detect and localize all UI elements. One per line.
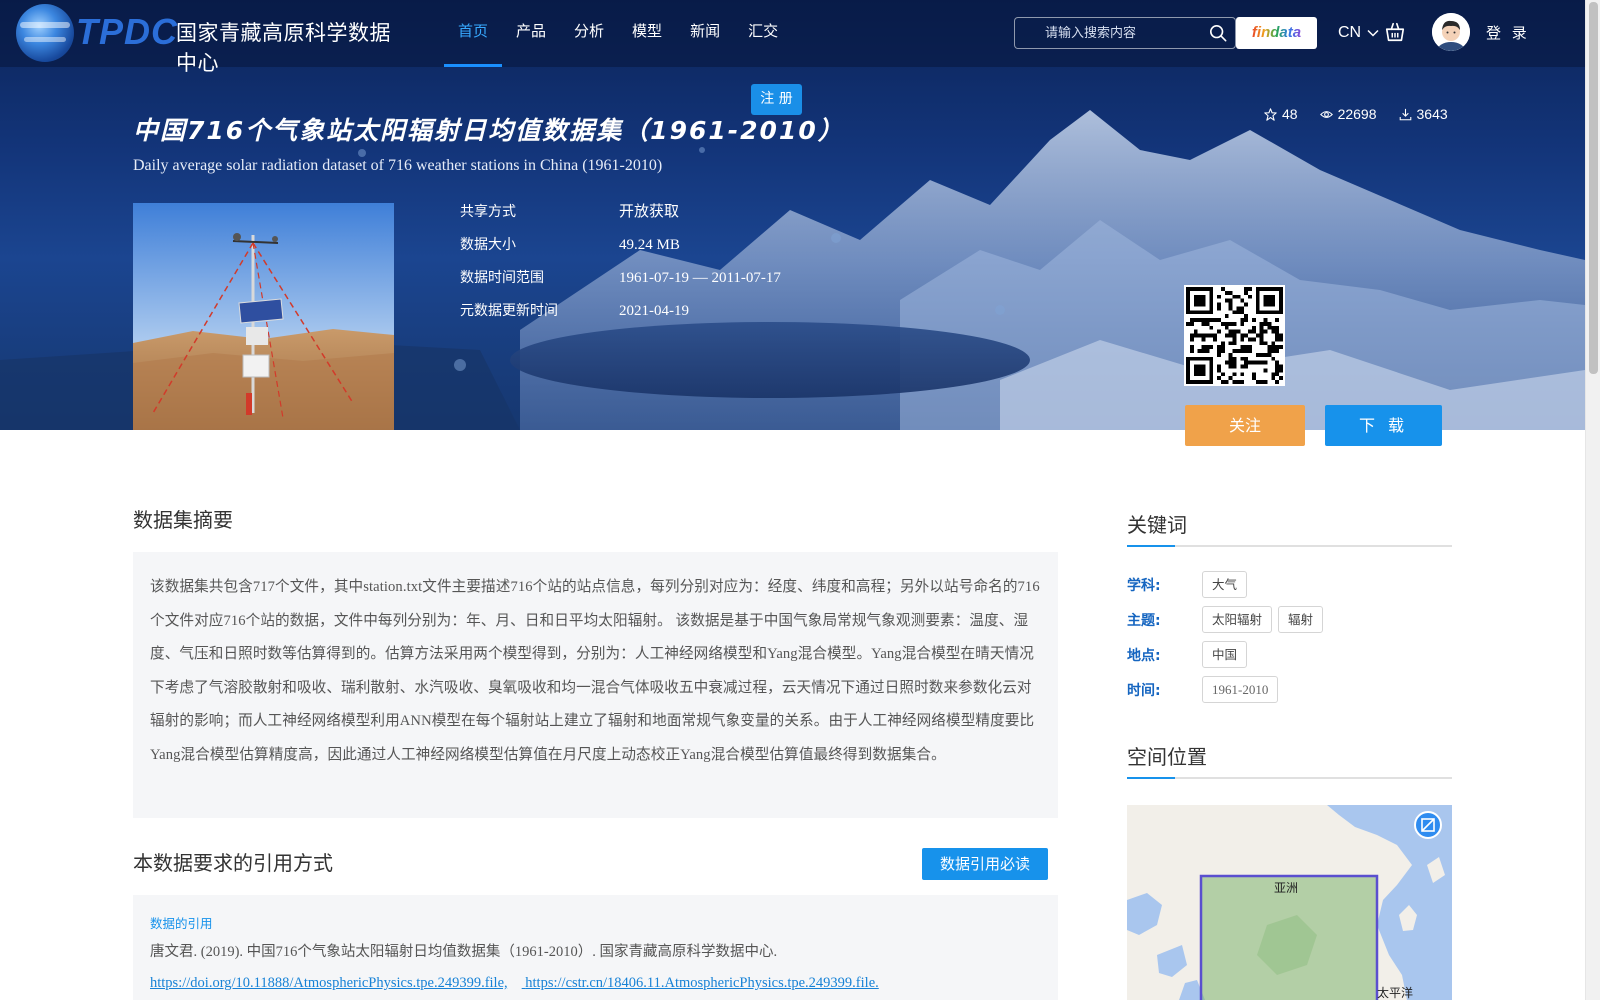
keyword-row-place: 地点: 中国 <box>1127 641 1253 668</box>
download-count: 3643 <box>1399 106 1448 122</box>
download-icon <box>1399 108 1411 120</box>
register-button[interactable]: 注 册 <box>751 84 802 115</box>
meta-label: 元数据更新时间 <box>460 303 558 319</box>
dataset-subtitle: Daily average solar radiation dataset of… <box>133 157 663 174</box>
dataset-title: 中国716个气象站太阳辐射日均值数据集（1961-2010） <box>133 116 845 145</box>
nav-item-news[interactable]: 新闻 <box>676 0 734 67</box>
abstract-heading: 数据集摘要 <box>133 508 233 532</box>
logo-site-name: 国家青藏高原科学数据中心 <box>176 21 391 75</box>
download-count-value: 3643 <box>1416 106 1448 122</box>
view-count-value: 22698 <box>1337 106 1377 122</box>
meta-row-time-range: 数据时间范围 1961-07-19 — 2011-07-17 <box>460 266 781 299</box>
search-input[interactable] <box>1015 18 1203 48</box>
star-count[interactable]: 48 <box>1264 106 1298 122</box>
meta-row-updated: 元数据更新时间 2021-04-19 <box>460 299 781 332</box>
citation-links: https://doi.org/10.11888/AtmosphericPhys… <box>150 973 1041 993</box>
keyword-tag[interactable]: 大气 <box>1202 571 1248 598</box>
abstract-text: 该数据集共包含717个文件，其中station.txt文件主要描述716个站的站… <box>133 552 1058 818</box>
dataset-thumbnail-image <box>133 203 394 430</box>
keyword-row-subject: 学科: 大气 <box>1127 571 1253 598</box>
star-icon <box>1264 107 1277 121</box>
follow-button[interactable]: 关注 <box>1185 405 1305 446</box>
dataset-stats: 48 22698 3643 <box>1264 106 1448 122</box>
keyword-row-time: 时间: 1961-2010 <box>1127 676 1284 703</box>
logo-abbreviation: TPDC <box>76 11 178 52</box>
nav-item-models[interactable]: 模型 <box>618 0 676 67</box>
findata-button[interactable]: findata <box>1236 17 1317 49</box>
expand-icon <box>1421 818 1435 832</box>
keyword-label: 时间: <box>1127 682 1161 699</box>
meta-value: 开放获取 <box>619 204 680 220</box>
citation-heading: 本数据要求的引用方式 <box>133 851 333 875</box>
map-canvas: 亚洲 太平洋 <box>1127 805 1452 1000</box>
map-label-pacific: 太平洋 <box>1377 985 1413 1000</box>
dataset-hero: TPDC 国家青藏高原科学数据中心 首页 产品 分析 模型 新闻 汇交 注 册 … <box>0 0 1585 430</box>
meta-label: 共享方式 <box>460 204 516 220</box>
user-avatar[interactable] <box>1432 13 1470 51</box>
weather-station-photo <box>133 203 394 430</box>
star-count-value: 48 <box>1282 106 1298 122</box>
login-link[interactable]: 登 录 <box>1486 18 1530 48</box>
citation-text: 唐文君. (2019). 中国716个气象站太阳辐射日均值数据集（1961-20… <box>150 944 778 960</box>
avatar-icon <box>1432 13 1470 51</box>
doi-link[interactable]: https://doi.org/10.11888/AtmosphericPhys… <box>150 975 508 991</box>
globe-logo-icon <box>16 4 74 62</box>
meta-row-sharing: 共享方式 开放获取 <box>460 200 781 233</box>
nav-item-products[interactable]: 产品 <box>502 0 560 67</box>
keyword-tag[interactable]: 1961-2010 <box>1202 676 1279 703</box>
search-box <box>1014 17 1236 49</box>
page-scrollbar[interactable] <box>1585 0 1600 1000</box>
spatial-heading: 空间位置 <box>1127 745 1207 769</box>
keyword-label: 学科: <box>1127 577 1161 594</box>
keywords-divider <box>1127 545 1452 547</box>
keyword-row-theme: 主题: 太阳辐射 辐射 <box>1127 606 1329 633</box>
keywords-heading: 关键词 <box>1127 513 1187 537</box>
chevron-down-icon <box>1367 29 1379 37</box>
keyword-tag[interactable]: 辐射 <box>1278 606 1324 633</box>
search-icon[interactable] <box>1209 24 1227 42</box>
language-switcher[interactable]: CN <box>1338 18 1379 48</box>
eye-icon <box>1319 110 1333 118</box>
map-label-asia: 亚洲 <box>1274 881 1298 895</box>
cstr-link[interactable]: https://cstr.cn/18406.11.AtmosphericPhys… <box>525 975 878 991</box>
meta-label: 数据时间范围 <box>460 270 544 286</box>
meta-value: 2021-04-19 <box>619 303 689 319</box>
nav-item-submit[interactable]: 汇交 <box>734 0 792 67</box>
site-logo[interactable]: TPDC 国家青藏高原科学数据中心 <box>14 2 394 75</box>
citation-must-read-button[interactable]: 数据引用必读 <box>922 848 1048 880</box>
meta-value: 49.24 MB <box>619 237 680 253</box>
language-label: CN <box>1338 24 1362 41</box>
meta-label: 数据大小 <box>460 237 516 253</box>
meta-value: 1961-07-19 — 2011-07-17 <box>619 270 781 286</box>
data-citation-label: 数据的引用 <box>150 916 213 931</box>
main-nav: 首页 产品 分析 模型 新闻 汇交 <box>444 0 792 67</box>
scrollbar-thumb[interactable] <box>1589 2 1598 374</box>
keyword-tag[interactable]: 太阳辐射 <box>1202 606 1273 633</box>
meta-row-size: 数据大小 49.24 MB <box>460 233 781 266</box>
findata-label: findata <box>1251 24 1302 41</box>
qr-code-image <box>1186 287 1283 384</box>
spatial-map[interactable]: 亚洲 太平洋 <box>1127 805 1452 1000</box>
spatial-divider <box>1127 777 1452 779</box>
citation-box: 数据的引用 唐文君. (2019). 中国716个气象站太阳辐射日均值数据集（1… <box>133 895 1058 1000</box>
nav-item-analysis[interactable]: 分析 <box>560 0 618 67</box>
qr-code <box>1184 285 1285 386</box>
nav-item-home[interactable]: 首页 <box>444 0 503 67</box>
fullscreen-map-icon[interactable] <box>1414 811 1442 839</box>
keyword-label: 地点: <box>1127 647 1161 664</box>
keyword-label: 主题: <box>1127 612 1161 629</box>
shopping-basket-icon[interactable] <box>1384 21 1406 43</box>
download-button[interactable]: 下 载 <box>1325 405 1442 446</box>
dataset-metadata: 共享方式 开放获取 数据大小 49.24 MB 数据时间范围 1961-07-1… <box>460 200 781 332</box>
view-count: 22698 <box>1319 106 1377 122</box>
keyword-tag[interactable]: 中国 <box>1202 641 1248 668</box>
